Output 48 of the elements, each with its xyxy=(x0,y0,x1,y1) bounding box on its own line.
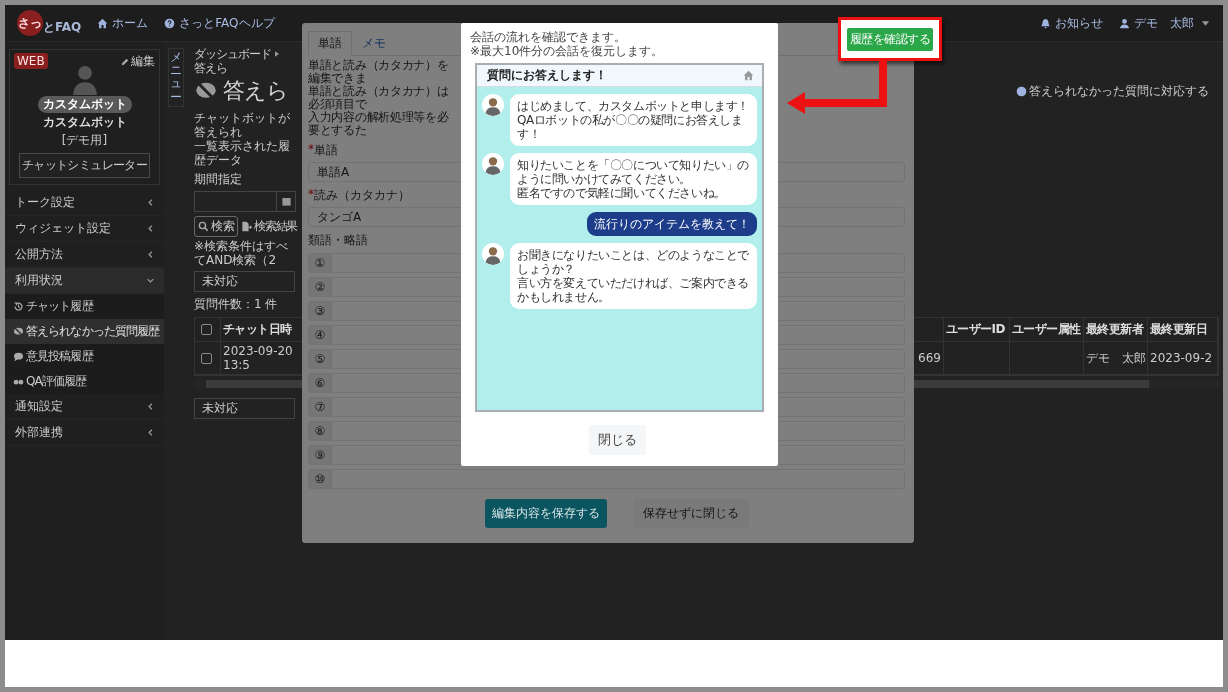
table-header-cell: チャット日時 xyxy=(223,321,292,338)
message-text: お聞きになりたいことは、どのようなことでしょうか？ xyxy=(517,248,750,276)
message-text: 知りたいことを「〇〇について知りたい」のように問いかけてみてください。 xyxy=(517,158,750,186)
breadcrumb-current: 答えら xyxy=(194,61,227,75)
chat-title: 質問にお答えします！ xyxy=(487,67,607,84)
description-text: チャットボットが答えられ xyxy=(194,111,291,139)
dialog-instruction-text: 入力内容の解析処理等を必要とするた xyxy=(308,111,450,137)
message-text: 匿名ですので気軽に聞いてくださいね。 xyxy=(517,186,727,200)
table-header-cell: ユーザーID xyxy=(946,321,1005,338)
message-text: はじめまして、カスタムボットと申します！ xyxy=(517,99,750,113)
bot-type-badge: カスタムボット xyxy=(37,96,132,113)
dialog-instruction-text: 会話の流れを確認できます。 xyxy=(470,30,627,44)
table-header-cell: 最終更新日 xyxy=(1150,321,1207,338)
period-label: 期間指定 xyxy=(194,171,242,188)
synonym-number: ④ xyxy=(309,326,332,344)
message-text: QAロボットの私が〇〇の疑問にお答えします！ xyxy=(517,113,744,141)
field-label: 単語 xyxy=(314,142,338,159)
search-note: ※検索条件はすべてAND検索（2 xyxy=(194,239,290,267)
synonym-number: ⑧ xyxy=(309,422,332,440)
dialog-instruction-text: 単語と読み（カタカナ）は必須項目で xyxy=(308,85,450,111)
message-text: 言い方を変えていただければ、ご案内できるかもしれません。 xyxy=(517,276,750,304)
field-label: 読み（カタカナ） xyxy=(314,187,410,204)
required-mark: * xyxy=(308,142,314,158)
page-title: 答えら xyxy=(223,77,288,105)
table-cell: 669 xyxy=(918,351,941,365)
synonym-number: ③ xyxy=(309,302,332,320)
synonyms-label: 類語・略語 xyxy=(308,232,368,249)
synonym-number: ⑩ xyxy=(309,470,332,488)
message-text: 流行りのアイテムを教えて！ xyxy=(594,217,750,231)
dialog-instruction-text: ※最大10件分の会話を復元します。 xyxy=(470,44,665,58)
synonym-number: ⑥ xyxy=(309,374,332,392)
required-mark: * xyxy=(308,187,314,203)
web-badge: WEB xyxy=(14,53,48,69)
table-cell: 2023-09-2 xyxy=(1150,351,1213,365)
question-count: 質問件数：1 件 xyxy=(194,296,278,313)
synonym-number: ⑤ xyxy=(309,350,332,368)
bot-name: カスタムボット xyxy=(42,114,127,131)
dialog-instruction-text: 単語と読み（カタカナ）を編集できま xyxy=(308,59,450,85)
description-text: 一覧表示された履歴データ xyxy=(194,139,291,167)
synonym-number: ⑨ xyxy=(309,446,332,464)
synonym-number: ① xyxy=(309,254,332,272)
bot-note: [デモ用] xyxy=(61,132,108,149)
table-cell: 2023-09-20 13:5 xyxy=(223,344,293,372)
synonym-number: ⑦ xyxy=(309,398,332,416)
table-header-cell: 最終更新者 xyxy=(1086,321,1143,338)
table-header-cell: ユーザー属性 xyxy=(1012,321,1081,338)
table-cell: デモ 太郎 xyxy=(1086,349,1146,367)
synonym-number: ② xyxy=(309,278,332,296)
